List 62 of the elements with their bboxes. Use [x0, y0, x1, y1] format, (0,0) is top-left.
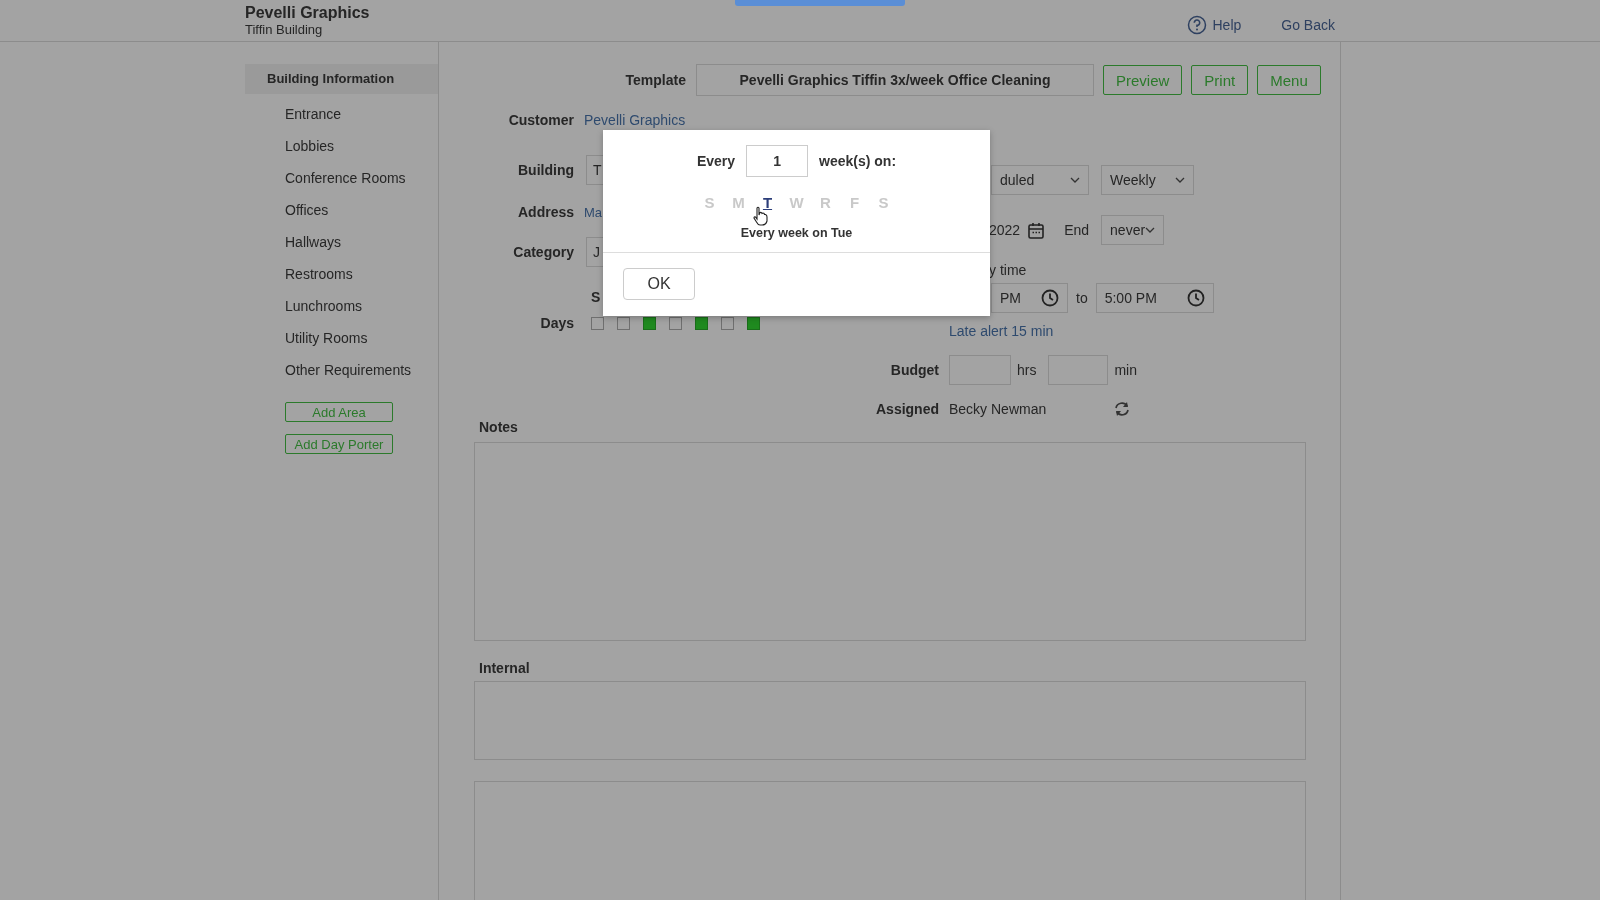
building-name: Tiffin Building	[245, 22, 324, 37]
ok-button[interactable]: OK	[623, 268, 695, 300]
day-checkbox[interactable]	[695, 316, 708, 330]
field-label: Building	[517, 162, 574, 178]
sync-icon	[1113, 401, 1131, 417]
sidebar-item[interactable]: Lobbies	[245, 130, 438, 162]
sidebar-item[interactable]: Other Requirements	[245, 354, 438, 386]
end-time-field[interactable]: 5:00 PM	[1095, 283, 1214, 313]
every-label: Every	[696, 153, 736, 169]
help-icon	[1186, 14, 1207, 35]
sidebar-item[interactable]: Restrooms	[245, 258, 438, 290]
minutes-unit: min	[1114, 362, 1137, 378]
field-label: Assigned	[875, 401, 939, 417]
day-header: S	[591, 289, 601, 305]
unit-label: week(s) on:	[819, 153, 897, 169]
clock-icon	[1041, 289, 1059, 307]
calendar-icon	[1028, 221, 1045, 239]
day-checkbox[interactable]	[591, 316, 604, 330]
chevron-icon	[1145, 227, 1156, 233]
clock-icon	[1186, 289, 1205, 307]
day-checkbox[interactable]	[617, 316, 630, 330]
company-name: Pevelli Graphics	[245, 4, 370, 22]
chevron-icon	[1175, 177, 1185, 183]
end-select[interactable]: never	[1101, 215, 1165, 245]
day-toggle[interactable]: T	[760, 194, 775, 212]
help-link[interactable]: Help	[1186, 14, 1242, 35]
frequency-select[interactable]: Weekly	[1101, 165, 1194, 195]
start-date: 2022	[989, 222, 1021, 238]
sidebar-item[interactable]: Hallways	[245, 226, 438, 258]
recurrence-summary: Every week on Tue	[739, 226, 854, 240]
start-time-field[interactable]: PM	[991, 283, 1068, 313]
field-label: Days	[539, 315, 574, 331]
hours-unit: hrs	[1017, 362, 1037, 378]
field-label: Customer	[507, 112, 574, 128]
go-back-link[interactable]: Go Back	[1281, 16, 1335, 33]
field-label: Category	[512, 244, 574, 260]
day-checkbox[interactable]	[721, 316, 734, 330]
address-link[interactable]: Ma	[584, 204, 603, 220]
sidebar-heading[interactable]: Building Information	[245, 64, 438, 94]
customer-link[interactable]: Pevelli Graphics	[584, 112, 686, 128]
to-label: to	[1076, 290, 1088, 306]
field-label: Address	[516, 204, 574, 220]
internal-label: Internal	[478, 659, 531, 677]
status-select[interactable]: duled	[991, 165, 1089, 195]
late-alert-link[interactable]: Late alert 15 min	[949, 323, 1054, 339]
interval-field[interactable]: 1	[746, 145, 809, 177]
sidebar-item[interactable]: Conference Rooms	[245, 162, 438, 194]
hand-cursor-icon	[753, 206, 768, 226]
day-checkbox[interactable]	[747, 316, 760, 330]
sidebar-item[interactable]: Utility Rooms	[245, 322, 438, 354]
assignee-name: Becky Newman	[949, 401, 1048, 417]
day-checkbox[interactable]	[669, 316, 682, 330]
notes-label: Notes	[478, 418, 519, 436]
sidebar-item[interactable]: Lunchrooms	[245, 290, 438, 322]
sidebar-item[interactable]: Entrance	[245, 98, 438, 130]
end-label: End	[1064, 222, 1090, 238]
chevron-icon	[1070, 177, 1080, 183]
template-field[interactable]: Pevelli Graphics Tiffin 3x/week Office Cleaning	[696, 64, 1094, 96]
sidebar-item[interactable]: Offices	[245, 194, 438, 226]
day-checkbox[interactable]	[643, 316, 656, 330]
field-label: Budget	[889, 362, 939, 378]
template-label: Template	[624, 72, 686, 88]
